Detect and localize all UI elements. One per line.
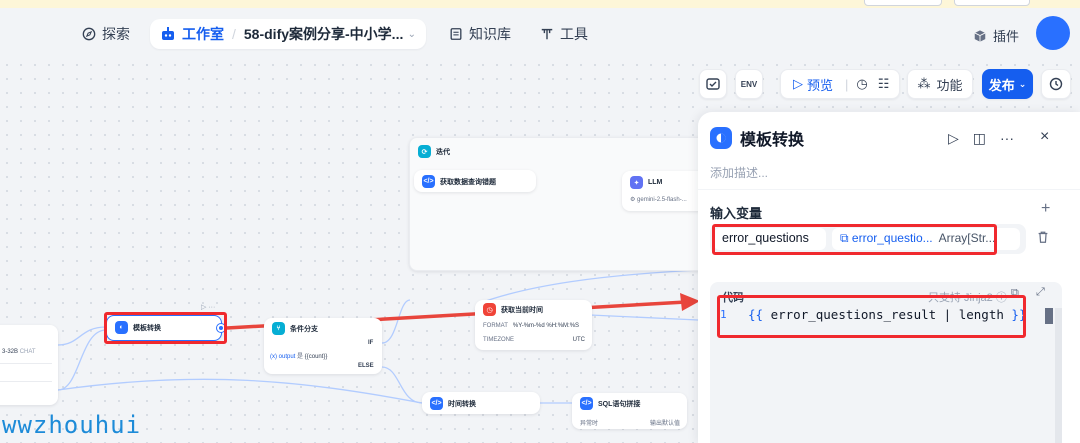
text-cursor — [1045, 308, 1053, 324]
time-convert-title: </> 时间转换 — [430, 397, 476, 410]
checklist-list-icon[interactable]: ☷ — [878, 76, 890, 92]
get-time-label: 获取当前时间 — [501, 306, 543, 314]
highlight-input-variable — [712, 224, 997, 255]
node-hover-actions[interactable]: ▷ ··· — [201, 303, 215, 311]
fetch-questions-label: 获取数据查询错题 — [440, 178, 496, 186]
env-label: ENV — [740, 79, 758, 89]
history-icon — [1049, 77, 1063, 91]
if-else-node[interactable]: ⑂ 条件分支 IF (x) output 是 {{count}} ELSE — [264, 318, 382, 374]
condition-row: (x) output 是 {{count}} — [270, 354, 328, 360]
features-button[interactable]: ⁂ 功能 — [907, 69, 973, 99]
highlight-template-node — [104, 312, 227, 344]
input-vars-label: 输入变量 — [710, 206, 763, 221]
highlight-code-line — [717, 295, 1026, 338]
history-run-icon[interactable]: ◷ — [856, 76, 867, 92]
iteration-node-title: ⟳ 迭代 — [418, 145, 450, 158]
watermark: wwzhouhui — [2, 411, 142, 439]
time-convert-node[interactable]: </> 时间转换 — [422, 392, 540, 414]
help-book-icon[interactable]: ◫ — [973, 130, 986, 147]
else-label: ELSE — [358, 363, 374, 369]
llm-title: ✦ LLM — [630, 176, 662, 189]
description-input[interactable]: 添加描述... — [710, 164, 768, 181]
checklist-icon — [706, 78, 720, 90]
grid-icon: ⁂ — [917, 76, 931, 91]
scrollbar[interactable] — [1055, 308, 1062, 443]
edge — [381, 299, 411, 344]
clock-icon: ◷ — [483, 303, 496, 316]
if-else-title: ⑂ 条件分支 — [272, 322, 318, 335]
edge — [589, 314, 699, 321]
branch-icon: ⑂ — [272, 322, 285, 335]
sql-label: SQL语句拼接 — [598, 400, 641, 408]
start-model: 3-32B CHAT — [2, 349, 36, 355]
time-convert-label: 时间转换 — [448, 400, 476, 408]
version-history-button[interactable] — [1041, 69, 1071, 99]
add-variable-icon[interactable]: + — [1041, 200, 1050, 218]
loop-icon: ⟳ — [418, 145, 431, 158]
more-icon[interactable]: ··· — [1000, 130, 1014, 147]
code-icon: </> — [422, 175, 435, 188]
sql-node[interactable]: </> SQL语句拼接 异常时 输出默认值 — [572, 393, 687, 429]
llm-label: LLM — [648, 179, 663, 186]
start-node[interactable]: 3-32B CHAT — [0, 325, 58, 405]
llm-icon: ✦ — [630, 176, 643, 189]
get-time-title: ◷ 获取当前时间 — [483, 303, 543, 316]
chevron-down-icon: ⌄ — [1018, 78, 1027, 89]
close-icon[interactable]: × — [1040, 128, 1049, 146]
divider — [0, 363, 52, 364]
features-label: 功能 — [936, 77, 963, 93]
sql-title: </> SQL语句拼接 — [580, 397, 640, 410]
fetch-questions-node[interactable]: </> 获取数据查询错题 — [414, 170, 536, 192]
fetch-questions-title: </> 获取数据查询错题 — [422, 175, 496, 188]
panel-title: 模板转换 — [740, 132, 805, 149]
expand-icon[interactable]: ⤢ — [1036, 286, 1045, 299]
edge — [479, 269, 701, 304]
preview-button[interactable]: 预览 — [807, 75, 833, 94]
code-icon: </> — [430, 397, 443, 410]
play-icon: ▷ — [793, 76, 803, 91]
template-icon — [710, 127, 732, 149]
iteration-title: 迭代 — [436, 148, 450, 156]
divider — [0, 381, 52, 382]
run-step-icon[interactable]: ▷ — [948, 130, 959, 147]
edge — [57, 329, 107, 391]
divider — [698, 189, 1080, 190]
edge — [57, 378, 423, 404]
llm-model: ⚙ gemini-2.5-flash-... — [630, 197, 687, 203]
timezone-row: TIMEZONE UTC — [483, 337, 585, 343]
if-else-label: 条件分支 — [290, 325, 318, 333]
preview-group: ▷ 预览 | ◷ ☷ — [780, 69, 900, 99]
if-label: IF — [368, 340, 374, 346]
edge — [57, 326, 107, 346]
format-row: FORMAT %Y-%m-%d %H:%M:%S — [483, 323, 580, 329]
publish-label: 发布 — [988, 77, 1015, 93]
code-icon: </> — [580, 397, 593, 410]
toolbar-divider: | — [845, 76, 849, 92]
get-time-node[interactable]: ◷ 获取当前时间 FORMAT %Y-%m-%d %H:%M:%S TIMEZO… — [475, 300, 592, 350]
env-button[interactable]: ENV — [735, 69, 763, 99]
node-settings-panel: 模板转换 ▷ ◫ ··· × 添加描述... 输入变量 + error_ques… — [698, 112, 1080, 443]
checklist-button[interactable] — [699, 69, 727, 99]
panel-actions: ▷ ◫ ··· — [948, 130, 1014, 147]
sql-error-row: 异常时 输出默认值 — [580, 421, 680, 427]
panel-header: 模板转换 — [710, 126, 804, 150]
trash-icon[interactable] — [1036, 230, 1050, 249]
publish-button[interactable]: 发布 ⌄ — [982, 69, 1033, 99]
edge — [381, 366, 423, 404]
